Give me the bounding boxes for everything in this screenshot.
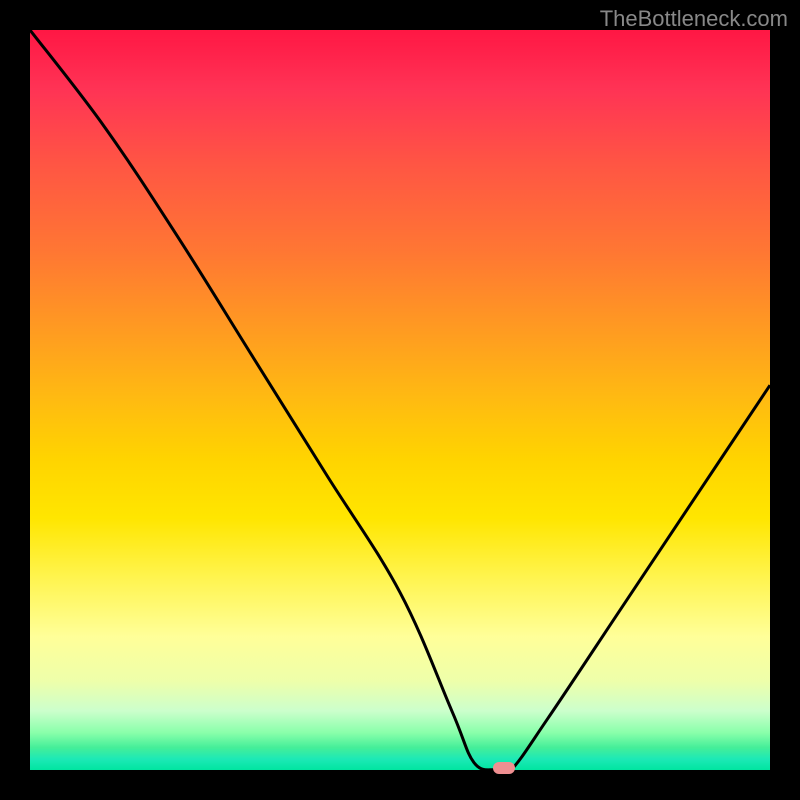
optimal-point-marker [493, 762, 515, 774]
chart-curve-svg [30, 30, 770, 770]
attribution-text: TheBottleneck.com [600, 6, 788, 32]
bottleneck-curve-path [30, 30, 770, 770]
